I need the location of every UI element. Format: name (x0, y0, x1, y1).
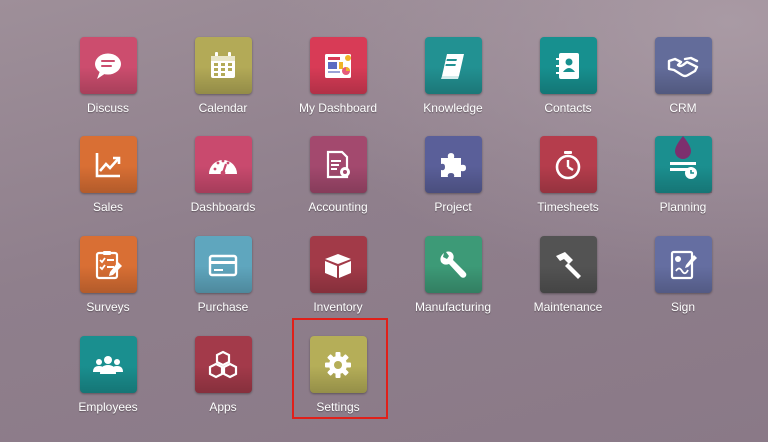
app-tile-sign[interactable] (654, 236, 712, 293)
app-label-my-dashboard: My Dashboard (298, 101, 378, 115)
signature-icon (670, 250, 697, 279)
app-planning[interactable]: Planning (626, 135, 740, 228)
app-label-apps: Apps (209, 400, 237, 414)
cubes-icon (208, 350, 238, 378)
app-label-project: Project (434, 200, 472, 214)
app-tile-accounting[interactable] (309, 136, 367, 193)
app-tile-employees[interactable] (79, 336, 137, 393)
people-group-icon (93, 355, 123, 374)
app-label-calendar: Calendar (198, 101, 248, 115)
app-label-accounting: Accounting (308, 200, 368, 214)
app-manufacturing[interactable]: Manufacturing (396, 236, 510, 328)
app-sign[interactable]: Sign (626, 236, 740, 328)
app-tile-my-dashboard[interactable] (309, 37, 367, 94)
dashboard-board-icon (325, 53, 351, 78)
app-knowledge[interactable]: Knowledge (396, 37, 510, 129)
app-tile-project[interactable] (424, 136, 482, 193)
app-label-dashboards: Dashboards (190, 200, 256, 214)
puzzle-icon (441, 152, 466, 177)
app-inventory[interactable]: Inventory (281, 236, 395, 328)
app-tile-calendar[interactable] (194, 37, 252, 94)
app-project[interactable]: Project (396, 136, 510, 228)
app-sales[interactable]: Sales (51, 136, 165, 228)
app-calendar[interactable]: Calendar (166, 37, 280, 129)
app-label-surveys: Surveys (86, 300, 130, 314)
app-label-crm: CRM (669, 101, 697, 115)
hammer-icon (556, 251, 581, 279)
app-maintenance[interactable]: Maintenance (511, 236, 625, 328)
app-label-contacts: Contacts (544, 101, 592, 115)
handshake-icon (667, 56, 699, 77)
app-employees[interactable]: Employees (51, 336, 165, 428)
app-label-knowledge: Knowledge (423, 101, 483, 115)
app-contacts[interactable]: Contacts (511, 37, 625, 129)
chat-bubble-icon (95, 53, 121, 79)
app-accounting[interactable]: Accounting (281, 136, 395, 228)
app-label-inventory: Inventory (313, 300, 363, 314)
app-tile-dashboards[interactable] (194, 136, 252, 193)
app-apps[interactable]: Apps (166, 336, 280, 428)
planning-icon (670, 135, 697, 179)
app-tile-sales[interactable] (79, 136, 137, 193)
wrench-icon (440, 251, 467, 278)
app-tile-crm[interactable] (654, 37, 712, 94)
app-label-timesheets: Timesheets (537, 200, 599, 214)
book-icon (441, 53, 464, 79)
app-discuss[interactable]: Discuss (51, 37, 165, 129)
app-label-employees: Employees (78, 400, 138, 414)
gear-icon (325, 351, 351, 378)
calendar-icon (211, 51, 235, 78)
checklist-icon (95, 250, 122, 279)
app-dashboards[interactable]: Dashboards (166, 136, 280, 228)
app-tile-surveys[interactable] (79, 236, 137, 293)
box-icon (325, 253, 351, 278)
app-label-manufacturing: Manufacturing (414, 300, 492, 314)
app-tile-discuss[interactable] (79, 37, 137, 94)
app-tile-planning[interactable] (654, 135, 712, 193)
app-timesheets[interactable]: Timesheets (511, 136, 625, 228)
app-tile-contacts[interactable] (539, 37, 597, 94)
app-tile-timesheets[interactable] (539, 136, 597, 193)
app-label-purchase: Purchase (197, 300, 249, 314)
app-tile-maintenance[interactable] (539, 236, 597, 293)
app-label-sign: Sign (670, 300, 696, 314)
app-tile-purchase[interactable] (194, 236, 252, 293)
invoice-gear-icon (326, 150, 350, 178)
credit-card-icon (208, 254, 238, 276)
app-tile-knowledge[interactable] (424, 37, 482, 94)
app-crm[interactable]: CRM (626, 37, 740, 129)
trend-chart-icon (95, 152, 121, 177)
app-my-dashboard[interactable]: My Dashboard (281, 37, 395, 129)
app-label-discuss: Discuss (86, 101, 129, 115)
app-tile-inventory[interactable] (309, 236, 367, 293)
app-label-maintenance: Maintenance (533, 300, 603, 314)
app-label-sales: Sales (92, 200, 124, 214)
app-tile-apps[interactable] (194, 336, 252, 393)
app-surveys[interactable]: Surveys (51, 236, 165, 328)
app-label-planning: Planning (659, 200, 707, 214)
speedometer-icon (209, 159, 237, 175)
address-book-icon (556, 52, 579, 79)
app-purchase[interactable]: Purchase (166, 236, 280, 328)
stopwatch-icon (555, 150, 581, 179)
app-tile-manufacturing[interactable] (424, 236, 482, 293)
